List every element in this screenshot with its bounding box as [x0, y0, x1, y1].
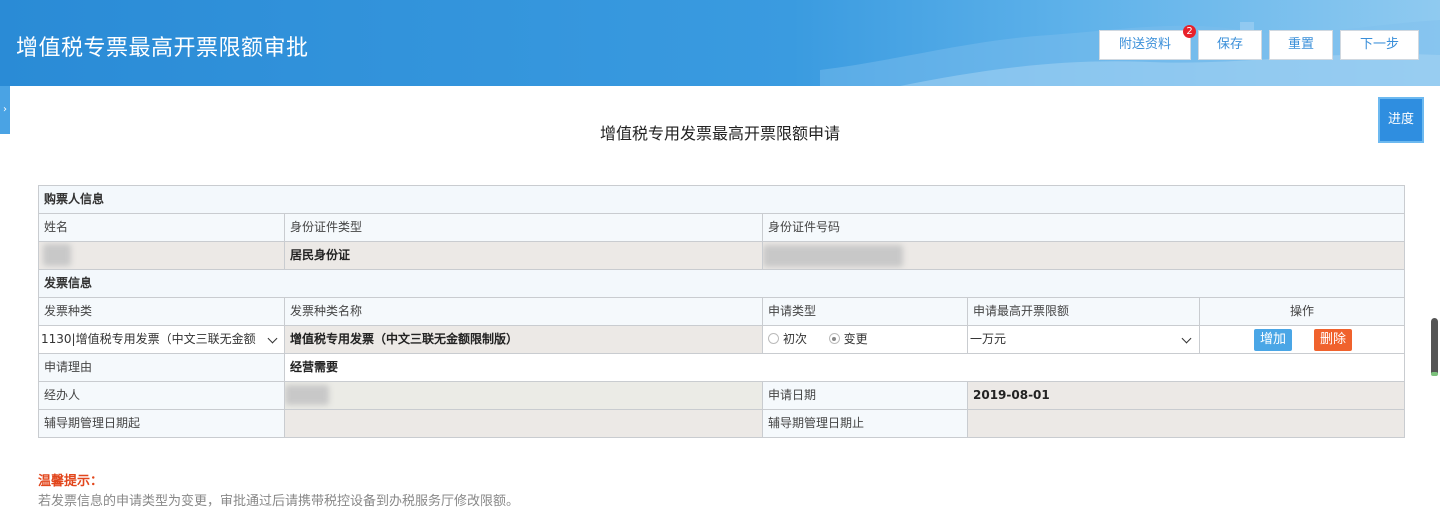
handler-label: 经办人 — [39, 382, 285, 410]
invoice-type-select[interactable]: 1130|增值税专用发票（中文三联无金额 — [39, 326, 284, 353]
operations-cell — [1200, 326, 1405, 354]
operations-header: 操作 — [1200, 298, 1405, 326]
attachments-count-badge: 2 — [1183, 25, 1196, 38]
id-number-label: 身份证件号码 — [763, 214, 1405, 242]
tip-title: 温馨提示： — [38, 474, 104, 489]
id-type-label: 身份证件类型 — [285, 214, 763, 242]
invoice-type-name-header: 发票种类名称 — [285, 298, 763, 326]
invoice-section-header: 发票信息 — [39, 270, 1405, 298]
next-step-button[interactable]: 下一步 — [1340, 30, 1419, 60]
add-row-button[interactable]: 增加 — [1254, 329, 1292, 351]
apply-type-radio-first[interactable] — [768, 333, 779, 344]
apply-type-header: 申请类型 — [763, 298, 968, 326]
guide-end-label: 辅导期管理日期止 — [763, 410, 968, 438]
guide-end-value — [968, 410, 1405, 438]
redacted-handler — [285, 385, 329, 405]
invoice-type-cell: 1130|增值税专用发票（中文三联无金额 — [39, 326, 285, 354]
reason-value[interactable]: 经营需要 — [285, 354, 1405, 382]
chevron-down-icon — [267, 333, 278, 344]
chevron-right-icon: › — [3, 104, 7, 115]
tip-text: 若发票信息的申请类型为变更，审批通过后请携带税控设备到办税服务厅修改限额。 — [38, 494, 520, 509]
redacted-name — [43, 244, 71, 266]
handler-value — [285, 382, 763, 410]
guide-start-value — [285, 410, 763, 438]
save-button[interactable]: 保存 — [1198, 30, 1262, 60]
max-limit-header: 申请最高开票限额 — [968, 298, 1200, 326]
max-limit-select[interactable]: 一万元 — [968, 326, 1199, 353]
vertical-scrollbar[interactable] — [1431, 318, 1438, 376]
id-number-value — [763, 242, 1405, 270]
name-label: 姓名 — [39, 214, 285, 242]
delete-row-button[interactable]: 删除 — [1314, 329, 1352, 351]
apply-date-label: 申请日期 — [763, 382, 968, 410]
apply-type-cell: 初次 变更 — [763, 326, 968, 354]
invoice-type-header: 发票种类 — [39, 298, 285, 326]
invoice-type-name-value: 增值税专用发票（中文三联无金额限制版） — [285, 326, 763, 354]
apply-type-option-change: 变更 — [843, 332, 868, 346]
invoice-type-selected: 1130|增值税专用发票（中文三联无金额 — [41, 332, 256, 346]
form-title: 增值税专用发票最高开票限额申请 — [599, 124, 840, 143]
max-limit-cell: 一万元 — [968, 326, 1200, 354]
reason-label: 申请理由 — [39, 354, 285, 382]
chevron-down-icon — [1181, 333, 1192, 344]
redacted-id-number — [763, 245, 903, 267]
application-form: 购票人信息 姓名 身份证件类型 身份证件号码 居民身份证 发票信息 发票种类 发… — [38, 185, 1405, 438]
apply-date-value: 2019-08-01 — [968, 382, 1405, 410]
scrollbar-end-marker — [1431, 372, 1438, 376]
buyer-section-header: 购票人信息 — [39, 186, 1405, 214]
apply-type-radio-change[interactable] — [828, 333, 840, 344]
id-type-value: 居民身份证 — [285, 242, 763, 270]
max-limit-selected: 一万元 — [970, 332, 1007, 346]
guide-start-label: 辅导期管理日期起 — [39, 410, 285, 438]
page-title: 增值税专票最高开票限额审批 — [16, 36, 309, 61]
apply-type-option-first: 初次 — [783, 332, 808, 346]
reset-button[interactable]: 重置 — [1269, 30, 1333, 60]
name-value — [39, 242, 285, 270]
attachments-button[interactable]: 附送资料 — [1099, 30, 1191, 60]
